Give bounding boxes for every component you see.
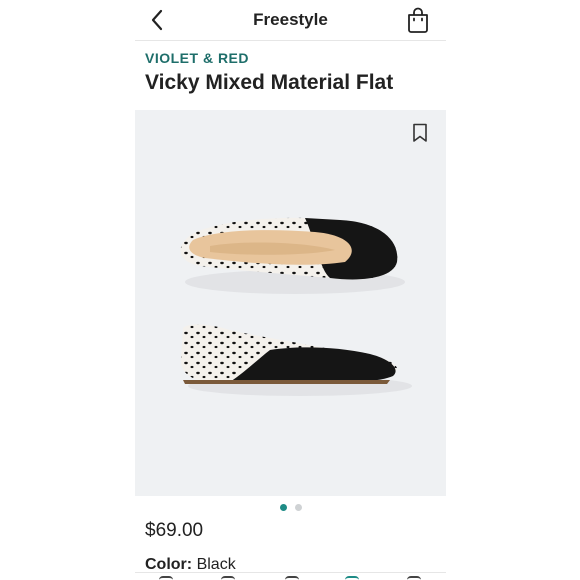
profile-icon[interactable] [407,576,421,580]
top-shoe [180,217,405,294]
product-title: Vicky Mixed Material Flat [145,71,394,94]
shopping-bag-button[interactable] [404,6,432,34]
bottom-shoe [181,324,412,396]
freestyle-icon[interactable] [345,576,359,580]
color-value: Black [196,556,236,573]
app-screen: Freestyle VIOLET & RED Vicky Mixed Mater… [135,0,446,580]
product-image-carousel[interactable] [135,110,446,496]
product-price: $69.00 [145,520,204,541]
bottom-tab-bar [135,572,446,580]
shoe-illustration [180,217,412,396]
carousel-indicator [135,504,446,512]
shop-icon[interactable] [285,576,299,580]
carousel-dot[interactable] [279,504,287,511]
right-margin [446,0,580,580]
brand-name[interactable]: VIOLET & RED [145,50,249,66]
carousel-dot[interactable] [294,504,302,511]
home-icon[interactable] [159,576,173,580]
left-margin [0,0,135,580]
page-title: Freestyle [253,10,328,29]
navigation-bar: Freestyle [135,0,446,41]
color-label: Color: [145,556,193,573]
shopping-bag-icon [408,7,428,33]
search-icon[interactable] [221,576,235,580]
